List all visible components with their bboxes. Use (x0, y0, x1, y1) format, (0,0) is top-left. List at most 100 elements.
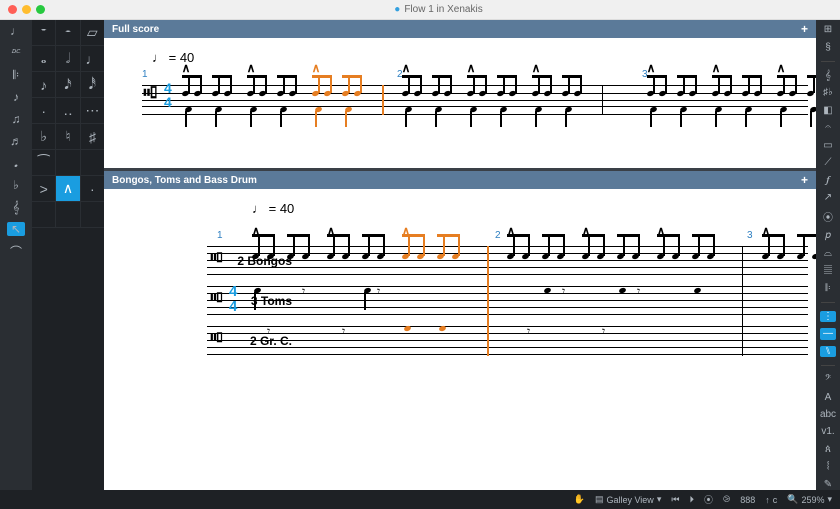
full-score-tab[interactable]: Full score + (104, 20, 816, 38)
eighth-rest[interactable]: 𝄾 (602, 324, 605, 339)
tool-cell[interactable] (56, 202, 80, 227)
maximize-window-icon[interactable] (36, 5, 45, 14)
full-score-panel[interactable]: ♩ = 40 𝄥𝄦 44 1 2 3 ∧∧∧∧∧∧∧∧∧ (104, 38, 816, 168)
left-palette-item[interactable]: ♬ (7, 134, 25, 148)
hand-tool-icon[interactable]: ✋ (574, 494, 585, 505)
view-mode-selector[interactable]: ▤ Galley View ▾ (595, 494, 661, 505)
right-properties-palette: ⊞ § 𝄞 ♯♭ ◧ 𝄐 ▭ ⟋ 𝆑 ↗ ⦿ 𝑝 ⌓ 𝄚 𝄆 ⋮ ― ⑊ 𝄢 Aabc v1. ጰ 𝄔 ✎ (816, 20, 840, 490)
left-palette-item[interactable]: ♪ (7, 90, 25, 104)
tool-cell[interactable]: 𝅗𝅥 (56, 46, 80, 71)
bar-position: 888 (740, 495, 755, 505)
eighth-rest[interactable]: 𝄾 (527, 324, 530, 339)
right-palette-item[interactable]: ↗ (820, 192, 836, 203)
eighth-rest[interactable]: 𝄾 (267, 324, 270, 339)
left-mode-palette: ♩ 𝄊 𝄆 ♪ ♫ ♬ 𝅘 ♭ 𝄞 ↖ ⌒ (0, 20, 32, 490)
right-palette-item[interactable]: abc (820, 409, 836, 420)
right-palette-item[interactable]: 𝄐 (820, 122, 836, 133)
tool-cell[interactable] (32, 202, 56, 227)
right-palette-item[interactable]: ♯♭ (820, 87, 836, 98)
time-signature[interactable]: 44 (229, 284, 237, 314)
right-palette-item[interactable]: ▭ (820, 139, 836, 150)
left-palette-item[interactable]: 𝅘 (7, 156, 25, 170)
tool-cell[interactable] (81, 150, 104, 175)
left-palette-item[interactable]: ↖ (7, 222, 25, 236)
percussion-clef-icon[interactable]: 𝄥𝄦 (211, 330, 222, 348)
percussion-clef-icon[interactable]: 𝄥𝄦 (211, 290, 222, 308)
right-palette-item[interactable]: 𝑝 (820, 230, 836, 241)
right-palette-item[interactable]: ⑊ (820, 346, 836, 357)
tool-cell[interactable]: ♭ (32, 124, 56, 149)
tool-cell[interactable] (56, 150, 80, 175)
part-panel[interactable]: ♩ = 40 1 2 3 2 Bongos 3 Toms 2 Gr. C. 𝄥𝄦… (104, 189, 816, 490)
eighth-rest[interactable]: 𝄾 (342, 324, 345, 339)
tool-cell[interactable]: ♩ (81, 46, 104, 71)
window-title: ●Flow 1 in Xenakis (45, 4, 832, 15)
eighth-rest[interactable]: 𝄾 (562, 284, 565, 299)
right-palette-item[interactable]: ― (820, 328, 836, 339)
tool-cell[interactable]: ♮ (56, 124, 80, 149)
notation-content[interactable]: ∧∧∧∧∧∧∧∧∧ (182, 63, 798, 133)
tempo-marking[interactable]: ♩ = 40 (252, 201, 808, 216)
percussion-clef-icon[interactable]: 𝄥𝄦 (144, 83, 156, 104)
tool-cell[interactable]: 𝅘𝅥𝅯 (56, 72, 80, 97)
notation-content[interactable]: ∧∧∧∧∧∧∧𝄾𝄾𝄾𝄾𝄾𝄾𝄾𝄾 (247, 226, 808, 366)
transpose-indicator[interactable]: ↑ ᴄ (765, 495, 777, 505)
transport-loop-icon[interactable]: ⧁ (723, 494, 730, 505)
part-tab[interactable]: Bongos, Toms and Bass Drum + (104, 171, 816, 189)
left-palette-item[interactable]: ♩ (7, 24, 25, 38)
tool-cell[interactable]: ♯ (81, 124, 104, 149)
left-palette-item[interactable]: ♫ (7, 112, 25, 126)
right-palette-item[interactable]: ⟋ (820, 157, 836, 168)
right-palette-item[interactable]: 𝄢 (820, 374, 836, 385)
add-view-icon[interactable]: + (801, 173, 808, 187)
right-palette-item[interactable]: A (820, 391, 836, 402)
close-window-icon[interactable] (8, 5, 17, 14)
tool-cell[interactable]: ▱ (81, 20, 104, 45)
eighth-rest[interactable]: 𝄾 (302, 284, 305, 299)
right-palette-item[interactable]: 𝆑 (820, 174, 836, 185)
right-palette-item[interactable]: v1. (820, 426, 836, 437)
tool-cell[interactable]: ∧ (56, 176, 80, 201)
tool-cell[interactable]: ⋯ (81, 98, 104, 123)
transport-play-icon[interactable]: ⏵ (689, 494, 694, 505)
tool-cell[interactable]: ⁀ (32, 150, 56, 175)
tool-cell[interactable]: ♪ (32, 72, 56, 97)
eighth-rest[interactable]: 𝄾 (377, 284, 380, 299)
right-palette-item[interactable]: ⊞ (820, 24, 836, 35)
tool-cell[interactable]: · (81, 176, 104, 201)
left-palette-item[interactable]: 𝄆 (7, 68, 25, 82)
transport-rewind-icon[interactable]: ⏮ (671, 494, 679, 505)
score-area: Full score + ♩ = 40 𝄥𝄦 44 1 2 3 ∧∧∧∧∧∧∧∧… (104, 20, 816, 490)
right-palette-item[interactable]: ✎ (820, 479, 836, 490)
left-palette-item[interactable]: ⌒ (7, 244, 25, 258)
right-palette-item[interactable]: 𝄞 (820, 70, 836, 81)
tool-cell[interactable]: > (32, 176, 56, 201)
zoom-level[interactable]: 🔍 259% ▾ (787, 494, 832, 505)
right-palette-item[interactable]: ⋮ (820, 311, 836, 322)
right-palette-item[interactable]: ◧ (820, 105, 836, 116)
add-view-icon[interactable]: + (801, 22, 808, 36)
tool-cell[interactable]: 𝅝 (32, 46, 56, 71)
percussion-clef-icon[interactable]: 𝄥𝄦 (211, 250, 222, 268)
right-palette-item[interactable]: 𝄔 (820, 461, 836, 472)
left-palette-item[interactable]: ♭ (7, 178, 25, 192)
right-palette-item[interactable]: ⌓ (820, 248, 836, 259)
right-palette-item[interactable]: § (820, 41, 836, 52)
right-palette-item[interactable]: ⦿ (820, 209, 836, 224)
tool-cell[interactable] (81, 202, 104, 227)
time-signature[interactable]: 44 (164, 81, 172, 109)
tab-label: Bongos, Toms and Bass Drum (112, 175, 257, 186)
right-palette-item[interactable]: 𝄆 (820, 283, 836, 294)
tool-cell[interactable]: 𝅘𝅥𝅰 (81, 72, 104, 97)
right-palette-item[interactable]: 𝄚 (820, 265, 836, 276)
tool-cell[interactable]: · (32, 98, 56, 123)
tool-cell[interactable]: 𝄼 (56, 20, 80, 45)
minimize-window-icon[interactable] (22, 5, 31, 14)
left-palette-item[interactable]: 𝄞 (7, 200, 25, 214)
transport-record-icon[interactable]: ⦿ (704, 493, 713, 506)
eighth-rest[interactable]: 𝄾 (637, 284, 640, 299)
left-palette-item[interactable]: 𝄊 (7, 46, 25, 60)
tool-cell[interactable]: 𝄻 (32, 20, 56, 45)
right-palette-item[interactable]: ጰ (820, 444, 836, 455)
tool-cell[interactable]: ‥ (56, 98, 80, 123)
